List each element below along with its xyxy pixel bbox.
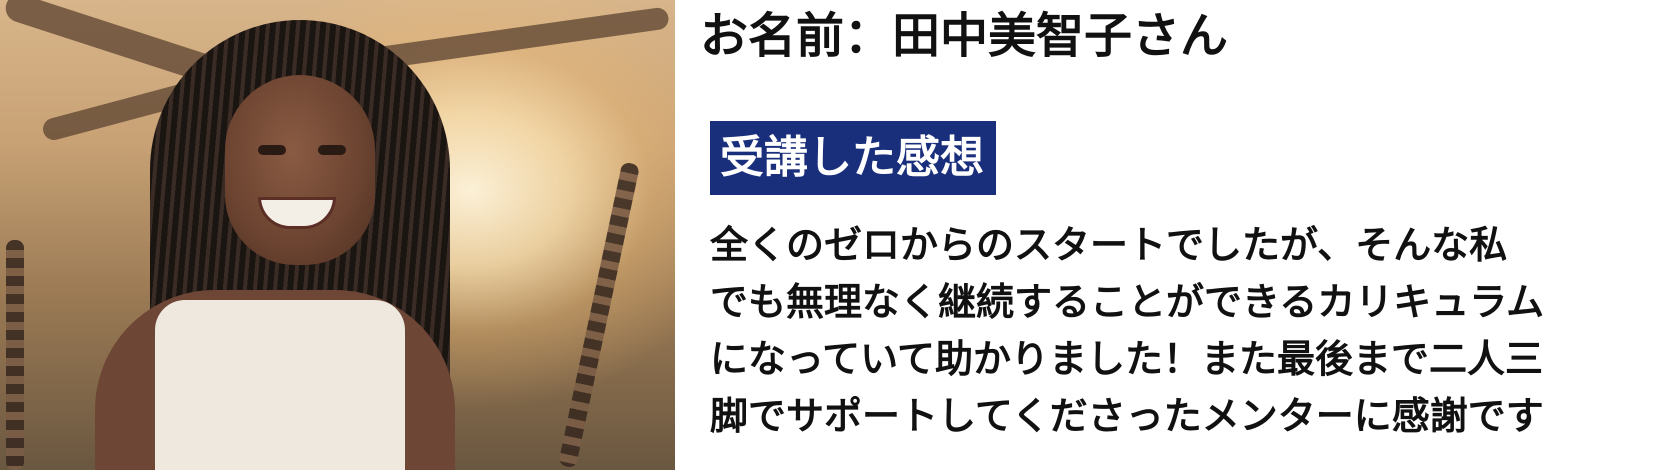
left-eye [258,145,286,155]
profile-photo [0,0,675,470]
testimonial-line: 脚でサポートしてくださったメンターに感謝です [710,393,1544,438]
right-eye [318,145,346,155]
testimonial-line: 全くのゼロからのスタートでしたが、そんな私 [710,222,1508,267]
face [225,75,375,265]
section-label-impressions: 受講した感想 [710,121,996,195]
swing-chain-left [6,240,24,470]
testimonial-text: 全くのゼロからのスタートでしたが、そんな私 でも無理なく継続することができるカリ… [710,216,1670,444]
white-top [155,300,405,470]
testimonial-line: になっていて助かりました！また最後まで二人三 [710,336,1543,381]
customer-name: お名前：田中美智子さん [700,8,1229,64]
swing-chain-right [557,161,641,469]
testimonial-line: でも無理なく継続することができるカリキュラム [710,279,1545,324]
